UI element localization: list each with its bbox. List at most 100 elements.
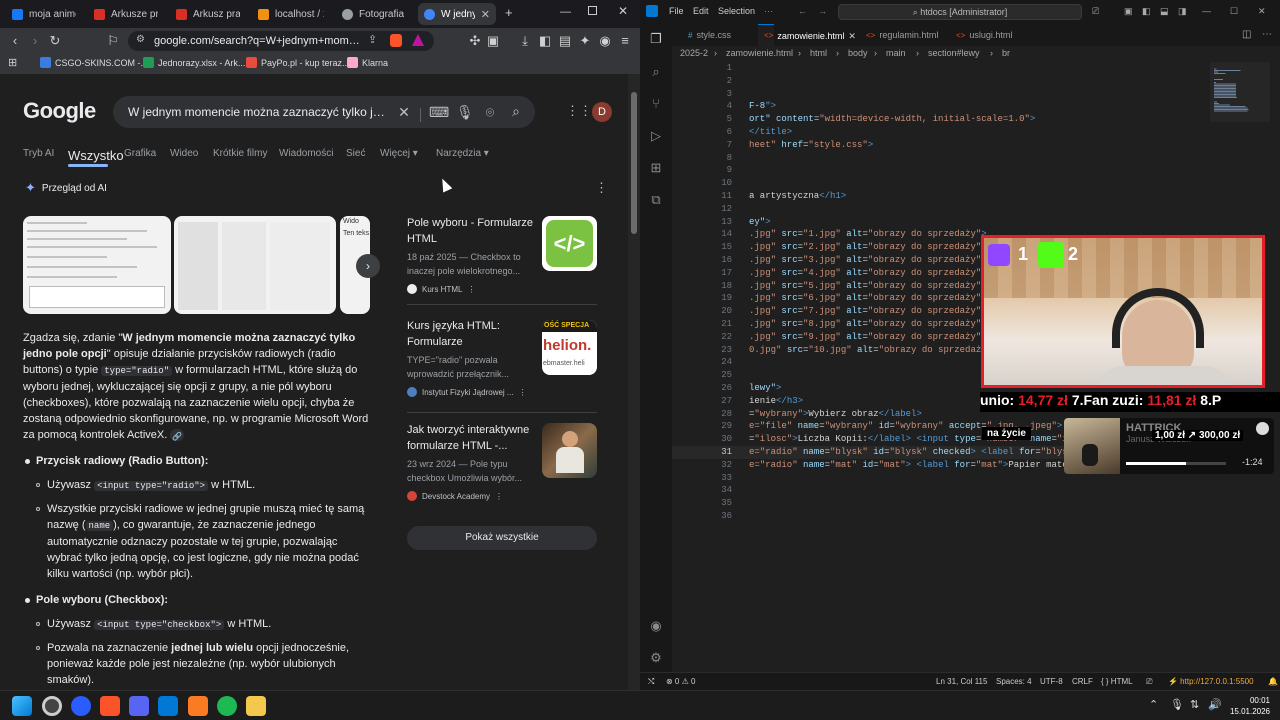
lens-camera-icon[interactable]: ⌾ bbox=[482, 104, 498, 121]
copilot-status-icon[interactable]: ⎚ bbox=[1146, 677, 1152, 687]
code-line[interactable]: e="radio" name="mat" id="mat"> <label fo… bbox=[749, 460, 1111, 470]
account-icon[interactable]: ◉ bbox=[648, 618, 664, 634]
settings-gear-icon[interactable]: ⚙ bbox=[648, 650, 664, 666]
close-tab-icon[interactable]: ✕ bbox=[481, 8, 490, 21]
microphone-icon[interactable]: 🎙 bbox=[1170, 698, 1184, 711]
source-title[interactable]: Kurs języka HTML: Formularze bbox=[407, 318, 535, 350]
menu-file[interactable]: File bbox=[669, 6, 684, 16]
source-card-2[interactable]: Kurs języka HTML: Formularze TYPE="radio… bbox=[407, 318, 535, 397]
bookmark-klarna[interactable]: Klarna bbox=[347, 57, 388, 68]
source-control-icon[interactable]: ⑂ bbox=[648, 96, 664, 112]
source-image-2[interactable]: OŚĆ SPECJA helion. ebmaster.heli bbox=[542, 320, 597, 375]
breadcrumb-item[interactable]: 2025-2 bbox=[680, 48, 708, 58]
tab-videos[interactable]: Wideo bbox=[170, 148, 198, 159]
source-card-3[interactable]: Jak tworzyć interaktywne formularze HTML… bbox=[407, 422, 535, 501]
tab-all[interactable]: Wszystko bbox=[68, 148, 124, 164]
language-mode[interactable]: { } HTML bbox=[1101, 677, 1133, 686]
more-options-icon[interactable]: ⋮ bbox=[595, 180, 608, 196]
code-line[interactable]: ="wybrany">Wybierz obraz</label> bbox=[749, 409, 922, 419]
code-line[interactable]: .jpg" src="5.jpg" alt="obrazy do sprzeda… bbox=[749, 281, 987, 291]
volume-icon[interactable]: 🔊 bbox=[1208, 698, 1222, 711]
more-menu-icon[interactable]: ⋯ bbox=[764, 6, 773, 17]
remote-icon[interactable]: ⧉ bbox=[648, 192, 664, 208]
maximize-icon[interactable]: ☐ bbox=[1230, 6, 1238, 17]
encoding[interactable]: UTF-8 bbox=[1040, 677, 1063, 686]
tab-zamowienie-html[interactable]: <> zamowienie.html ✕ bbox=[758, 24, 856, 46]
close-window-icon[interactable]: ✕ bbox=[618, 4, 628, 18]
apps-grid-icon[interactable]: ⊞ bbox=[8, 56, 17, 69]
copilot-icon[interactable]: ⎚ bbox=[1092, 6, 1099, 17]
menu-selection[interactable]: Selection bbox=[718, 6, 755, 16]
browser-tab-5[interactable]: Fotografia bbox=[336, 3, 412, 25]
link-icon[interactable]: 🔗 bbox=[170, 429, 185, 442]
site-info-icon[interactable]: ⚙ bbox=[136, 34, 145, 45]
tab-ai-mode[interactable]: Tryb AI bbox=[23, 148, 54, 159]
indentation[interactable]: Spaces: 4 bbox=[996, 677, 1032, 686]
layout-icon[interactable]: ▣ bbox=[1124, 6, 1133, 17]
code-line[interactable]: ienie</h3> bbox=[749, 396, 803, 406]
source-title[interactable]: Pole wyboru - Formularze HTML bbox=[407, 215, 535, 247]
nav-forward-icon[interactable]: → bbox=[818, 6, 827, 16]
file-explorer-icon[interactable] bbox=[246, 696, 266, 716]
extensions-icon[interactable]: ✣ bbox=[466, 28, 484, 54]
code-line[interactable]: heet" href="style.css"> bbox=[749, 140, 873, 150]
code-line[interactable]: .jpg" src="8.jpg" alt="obrazy do sprzeda… bbox=[749, 319, 987, 329]
system-clock[interactable]: 00:01 15.01.2026 bbox=[1226, 695, 1270, 717]
notifications-icon[interactable]: 🔔 bbox=[1268, 677, 1278, 686]
code-line[interactable]: F-8"> bbox=[749, 101, 776, 111]
ai-image-2[interactable] bbox=[174, 216, 336, 314]
browser-tab-1[interactable]: moja anime g bbox=[6, 3, 82, 25]
search-icon[interactable]: ⌕ bbox=[648, 64, 664, 80]
tab-more[interactable]: Więcej ▾ bbox=[380, 148, 418, 159]
close-tab-icon[interactable]: ✕ bbox=[848, 28, 856, 44]
source-image-1[interactable]: </> bbox=[542, 216, 597, 271]
live-server-status[interactable]: ⚡ http://127.0.0.1:5500 bbox=[1168, 677, 1254, 686]
globe-app-icon[interactable] bbox=[71, 696, 91, 716]
code-line[interactable]: ="ilosc">Liczba Kopii:</label> <input ty… bbox=[749, 434, 1111, 444]
code-line[interactable]: 0.jpg" src="10.jpg" alt="obrazy do sprze… bbox=[749, 345, 997, 355]
toggle-panel-icon[interactable]: ⬓ bbox=[1160, 6, 1169, 17]
close-window-icon[interactable]: ✕ bbox=[1258, 6, 1266, 17]
download-icon[interactable]: ⤓ bbox=[516, 28, 534, 54]
google-logo[interactable]: Google bbox=[23, 98, 96, 124]
code-line[interactable]: ort" content="width=device-width, initia… bbox=[749, 114, 1035, 124]
discord-icon[interactable] bbox=[129, 696, 149, 716]
toggle-sidebar-icon[interactable]: ◧ bbox=[1142, 6, 1151, 17]
code-line[interactable]: .jpg" src="2.jpg" alt="obrazy do sprzeda… bbox=[749, 242, 987, 252]
brave-browser-icon[interactable] bbox=[100, 696, 120, 716]
code-line[interactable]: .jpg" src="6.jpg" alt="obrazy do sprzeda… bbox=[749, 293, 987, 303]
chevron-up-icon[interactable]: ⌃ bbox=[1149, 698, 1158, 711]
bookmark-icon[interactable]: ⚐ bbox=[104, 28, 122, 54]
reload-icon[interactable]: ↻ bbox=[46, 28, 64, 54]
search-icon[interactable]: ⌕ bbox=[508, 103, 524, 120]
avatar[interactable]: D bbox=[592, 102, 612, 122]
breadcrumb-item[interactable]: br bbox=[1002, 48, 1010, 58]
brave-shields-icon[interactable] bbox=[390, 34, 402, 47]
breadcrumb-item[interactable]: html bbox=[810, 48, 827, 58]
leo-ai-icon[interactable]: ✦ bbox=[576, 28, 594, 54]
breadcrumb-item[interactable]: zamowienie.html bbox=[726, 48, 793, 58]
tab-uslugi-html[interactable]: <> uslugi.html bbox=[950, 24, 1018, 46]
tab-tools[interactable]: Narzędzia ▾ bbox=[436, 148, 489, 159]
problems-indicator[interactable]: ⊗ 0 ⚠ 0 bbox=[666, 677, 695, 686]
spotify-app-icon[interactable] bbox=[217, 696, 237, 716]
remote-indicator-icon[interactable]: ⤭ bbox=[648, 677, 654, 687]
brave-rewards-icon[interactable] bbox=[412, 34, 424, 46]
google-apps-icon[interactable]: ⋮⋮ bbox=[566, 104, 592, 118]
vscode-app-icon[interactable] bbox=[158, 696, 178, 716]
more-options-icon[interactable]: ⋮ bbox=[467, 285, 475, 294]
more-options-icon[interactable]: ⋮ bbox=[495, 492, 503, 501]
minimize-icon[interactable]: — bbox=[1202, 6, 1211, 16]
tab-news[interactable]: Wiadomości bbox=[279, 148, 333, 159]
breadcrumb-item[interactable]: section#lewy bbox=[928, 48, 980, 58]
microphone-icon[interactable]: 🎙 bbox=[456, 104, 474, 121]
command-center-search[interactable]: ⌕ htdocs [Administrator] bbox=[838, 4, 1082, 20]
show-all-button[interactable]: Pokaż wszystkie bbox=[407, 526, 597, 550]
tab-web[interactable]: Sieć bbox=[346, 148, 365, 159]
code-line[interactable]: e="file" name="wybrany" id="wybrany" acc… bbox=[749, 421, 1089, 431]
breadcrumb-item[interactable]: body bbox=[848, 48, 868, 58]
maximize-icon[interactable] bbox=[588, 6, 597, 15]
carousel-next-button[interactable]: › bbox=[356, 254, 380, 278]
start-button-icon[interactable] bbox=[12, 696, 32, 716]
bookmark-paypo[interactable]: PayPo.pl - kup teraz... bbox=[246, 57, 350, 68]
